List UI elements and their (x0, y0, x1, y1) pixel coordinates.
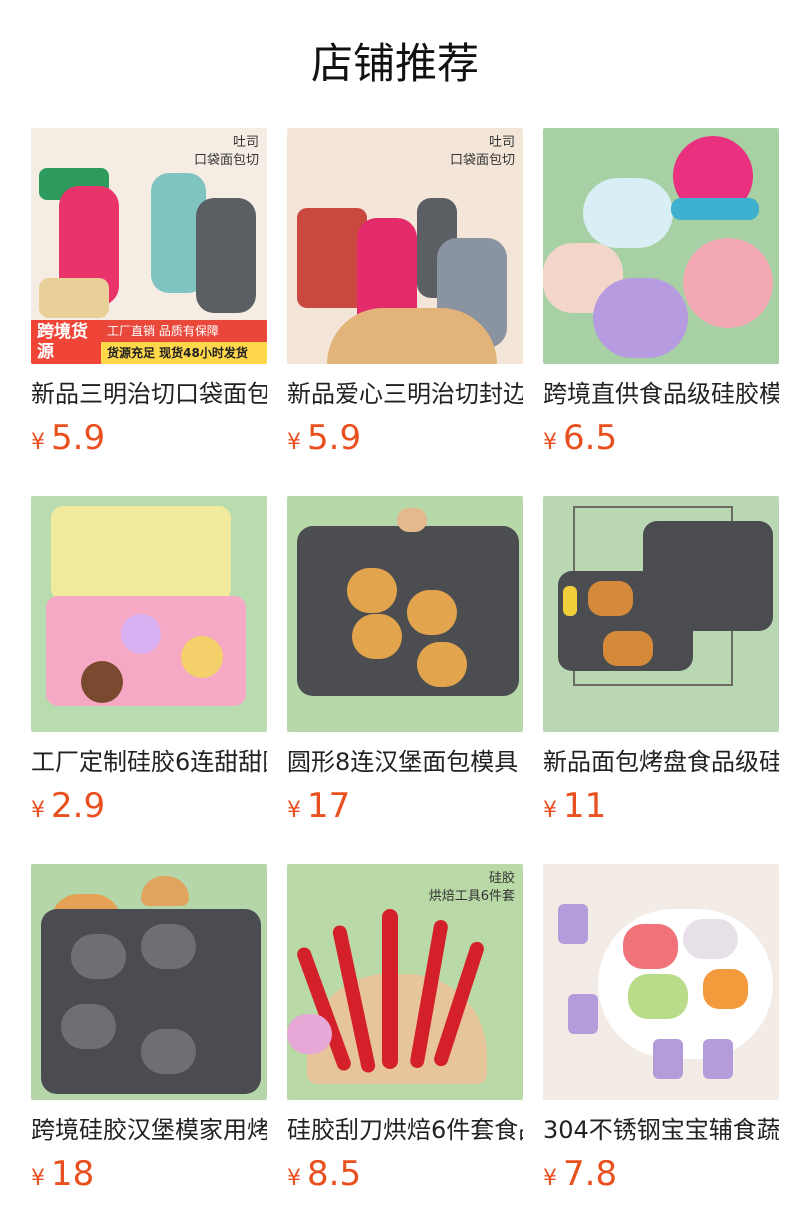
product-price: ¥8.5 (287, 1152, 523, 1196)
product-image[interactable] (543, 128, 779, 364)
product-price: ¥6.5 (543, 416, 779, 460)
product-card[interactable]: 吐司 口袋面包切 新品爱心三明治切封边器 ¥5.9 (287, 128, 523, 464)
currency-symbol: ¥ (31, 798, 45, 823)
product-card[interactable]: 硅胶 烘焙工具6件套 硅胶刮刀烘焙6件套食品级 ¥8.5 (287, 864, 523, 1200)
product-title[interactable]: 跨境硅胶汉堡模家用烤盘 (31, 1112, 267, 1148)
currency-symbol: ¥ (543, 430, 557, 455)
product-price: ¥5.9 (31, 416, 267, 460)
currency-symbol: ¥ (31, 1166, 45, 1191)
product-card[interactable]: 跨境直供食品级硅胶模具 ¥6.5 (543, 128, 779, 464)
price-amount: 2.9 (51, 786, 106, 826)
price-amount: 8.5 (307, 1154, 362, 1194)
currency-symbol: ¥ (287, 798, 301, 823)
product-title[interactable]: 圆形8连汉堡面包模具 (287, 744, 523, 780)
product-title[interactable]: 新品三明治切口袋面包切 (31, 376, 267, 412)
currency-symbol: ¥ (31, 430, 45, 455)
product-image[interactable]: 硅胶 烘焙工具6件套 (287, 864, 523, 1100)
product-image[interactable] (31, 864, 267, 1100)
product-image[interactable]: 吐司 口袋面包切 (287, 128, 523, 364)
product-grid: 吐司 口袋面包切 跨境货源 工厂直销 品质有保障 货源充足 现货48小时发货 新… (31, 128, 779, 1200)
product-card[interactable]: 吐司 口袋面包切 跨境货源 工厂直销 品质有保障 货源充足 现货48小时发货 新… (31, 128, 267, 464)
product-image[interactable]: 吐司 口袋面包切 跨境货源 工厂直销 品质有保障 货源充足 现货48小时发货 (31, 128, 267, 364)
image-caption: 吐司 口袋面包切 (193, 135, 259, 168)
price-amount: 11 (563, 786, 607, 826)
product-price: ¥7.8 (543, 1152, 779, 1196)
currency-symbol: ¥ (543, 1166, 557, 1191)
product-title[interactable]: 304不锈钢宝宝辅食蔬菜切 (543, 1112, 779, 1148)
product-card[interactable]: 跨境硅胶汉堡模家用烤盘 ¥18 (31, 864, 267, 1200)
product-image[interactable] (31, 496, 267, 732)
product-image[interactable] (287, 496, 523, 732)
price-amount: 17 (307, 786, 351, 826)
product-price: ¥11 (543, 784, 779, 828)
product-image[interactable] (543, 496, 779, 732)
product-card[interactable]: 圆形8连汉堡面包模具 ¥17 (287, 496, 523, 832)
image-caption: 吐司 口袋面包切 (449, 135, 515, 168)
price-amount: 7.8 (563, 1154, 618, 1194)
product-card[interactable]: 工厂定制硅胶6连甜甜圈 ¥2.9 (31, 496, 267, 832)
price-amount: 5.9 (307, 418, 362, 458)
product-card[interactable]: 304不锈钢宝宝辅食蔬菜切 ¥7.8 (543, 864, 779, 1200)
price-amount: 6.5 (563, 418, 618, 458)
currency-symbol: ¥ (543, 798, 557, 823)
product-card[interactable]: 新品面包烤盘食品级硅胶 ¥11 (543, 496, 779, 832)
price-amount: 5.9 (51, 418, 106, 458)
image-caption: 硅胶 烘焙工具6件套 (428, 871, 515, 904)
cross-border-badge: 跨境货源 (31, 320, 101, 364)
currency-symbol: ¥ (287, 430, 301, 455)
product-price: ¥18 (31, 1152, 267, 1196)
product-title[interactable]: 新品爱心三明治切封边器 (287, 376, 523, 412)
in-stock-badge: 货源充足 现货48小时发货 (101, 342, 267, 364)
product-image[interactable] (543, 864, 779, 1100)
product-price: ¥5.9 (287, 416, 523, 460)
product-title[interactable]: 跨境直供食品级硅胶模具 (543, 376, 779, 412)
product-title[interactable]: 工厂定制硅胶6连甜甜圈 (31, 744, 267, 780)
product-price: ¥17 (287, 784, 523, 828)
page-title: 店铺推荐 (310, 39, 479, 88)
product-title[interactable]: 硅胶刮刀烘焙6件套食品级 (287, 1112, 523, 1148)
factory-direct-badge: 工厂直销 品质有保障 (101, 320, 267, 342)
product-price: ¥2.9 (31, 784, 267, 828)
currency-symbol: ¥ (287, 1166, 301, 1191)
price-amount: 18 (51, 1154, 95, 1194)
product-title[interactable]: 新品面包烤盘食品级硅胶 (543, 744, 779, 780)
